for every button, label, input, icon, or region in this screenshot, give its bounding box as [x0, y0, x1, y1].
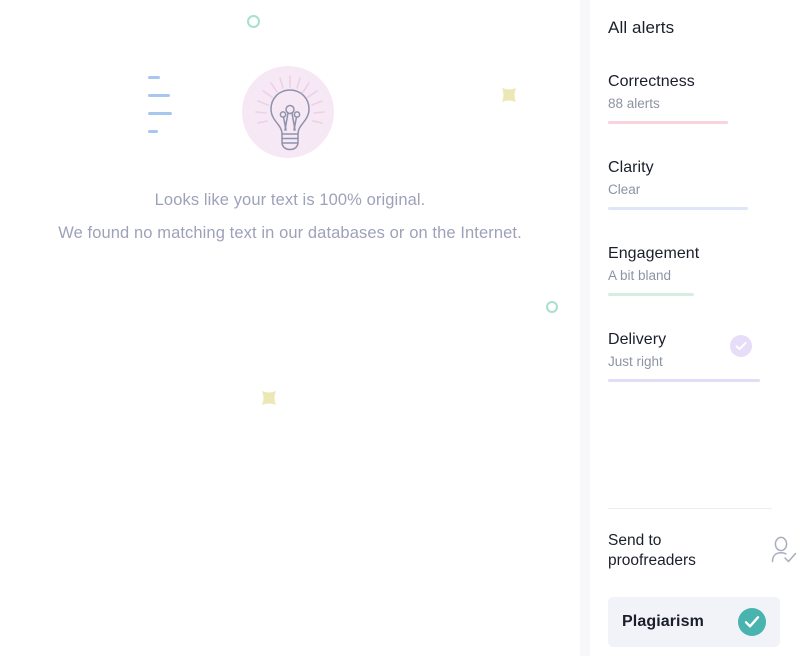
sidebar-item-correctness[interactable]: Correctness 88 alerts [608, 72, 780, 124]
category-status: Clear [608, 182, 641, 197]
green-ring-right-icon [546, 301, 558, 313]
sidebar-title: All alerts [608, 18, 675, 37]
alerts-sidebar: All alerts Correctness 88 alerts Clarity… [580, 0, 800, 656]
category-bar [608, 207, 748, 210]
sidebar-item-engagement[interactable]: Engagement A bit bland [608, 244, 780, 296]
sidebar-item-clarity[interactable]: Clarity Clear [608, 158, 780, 210]
category-name: Clarity [608, 159, 654, 176]
delivery-check-icon [730, 335, 752, 357]
category-name: Delivery [608, 331, 667, 348]
yellow-sparkle-bottom-icon [262, 391, 276, 405]
plagiarism-check-icon [738, 608, 766, 636]
plagiarism-result-panel: Looks like your text is 100% original. W… [0, 0, 580, 656]
category-name: Correctness [608, 73, 695, 90]
plagiarism-checker-screen: Looks like your text is 100% original. W… [0, 0, 800, 656]
category-bar [608, 293, 694, 296]
category-status: 88 alerts [608, 96, 660, 111]
sidebar-divider [608, 508, 772, 509]
category-name: Engagement [608, 245, 700, 262]
lightbulb-icon [255, 75, 325, 151]
green-ring-top-icon [247, 15, 260, 28]
lightbulb-illustration [242, 66, 338, 162]
plagiarism-result-block: Looks like your text is 100% original. W… [0, 66, 580, 250]
category-bar [608, 121, 728, 124]
plagiarism-result-text: Looks like your text is 100% original. W… [58, 184, 522, 250]
send-to-proofreaders-button[interactable]: Send to proofreaders [608, 531, 800, 571]
category-bar [608, 379, 760, 382]
result-headline: Looks like your text is 100% original. [154, 191, 426, 209]
plagiarism-label: Plagiarism [622, 613, 704, 630]
category-status: Just right [608, 354, 663, 369]
sidebar-item-plagiarism[interactable]: Plagiarism [608, 597, 780, 647]
send-to-proofreaders-label: Send to proofreaders [608, 532, 696, 569]
user-check-icon [771, 536, 797, 563]
sidebar-item-delivery[interactable]: Delivery Just right [608, 330, 780, 382]
result-subline: We found no matching text in our databas… [58, 224, 522, 242]
category-status: A bit bland [608, 268, 672, 283]
